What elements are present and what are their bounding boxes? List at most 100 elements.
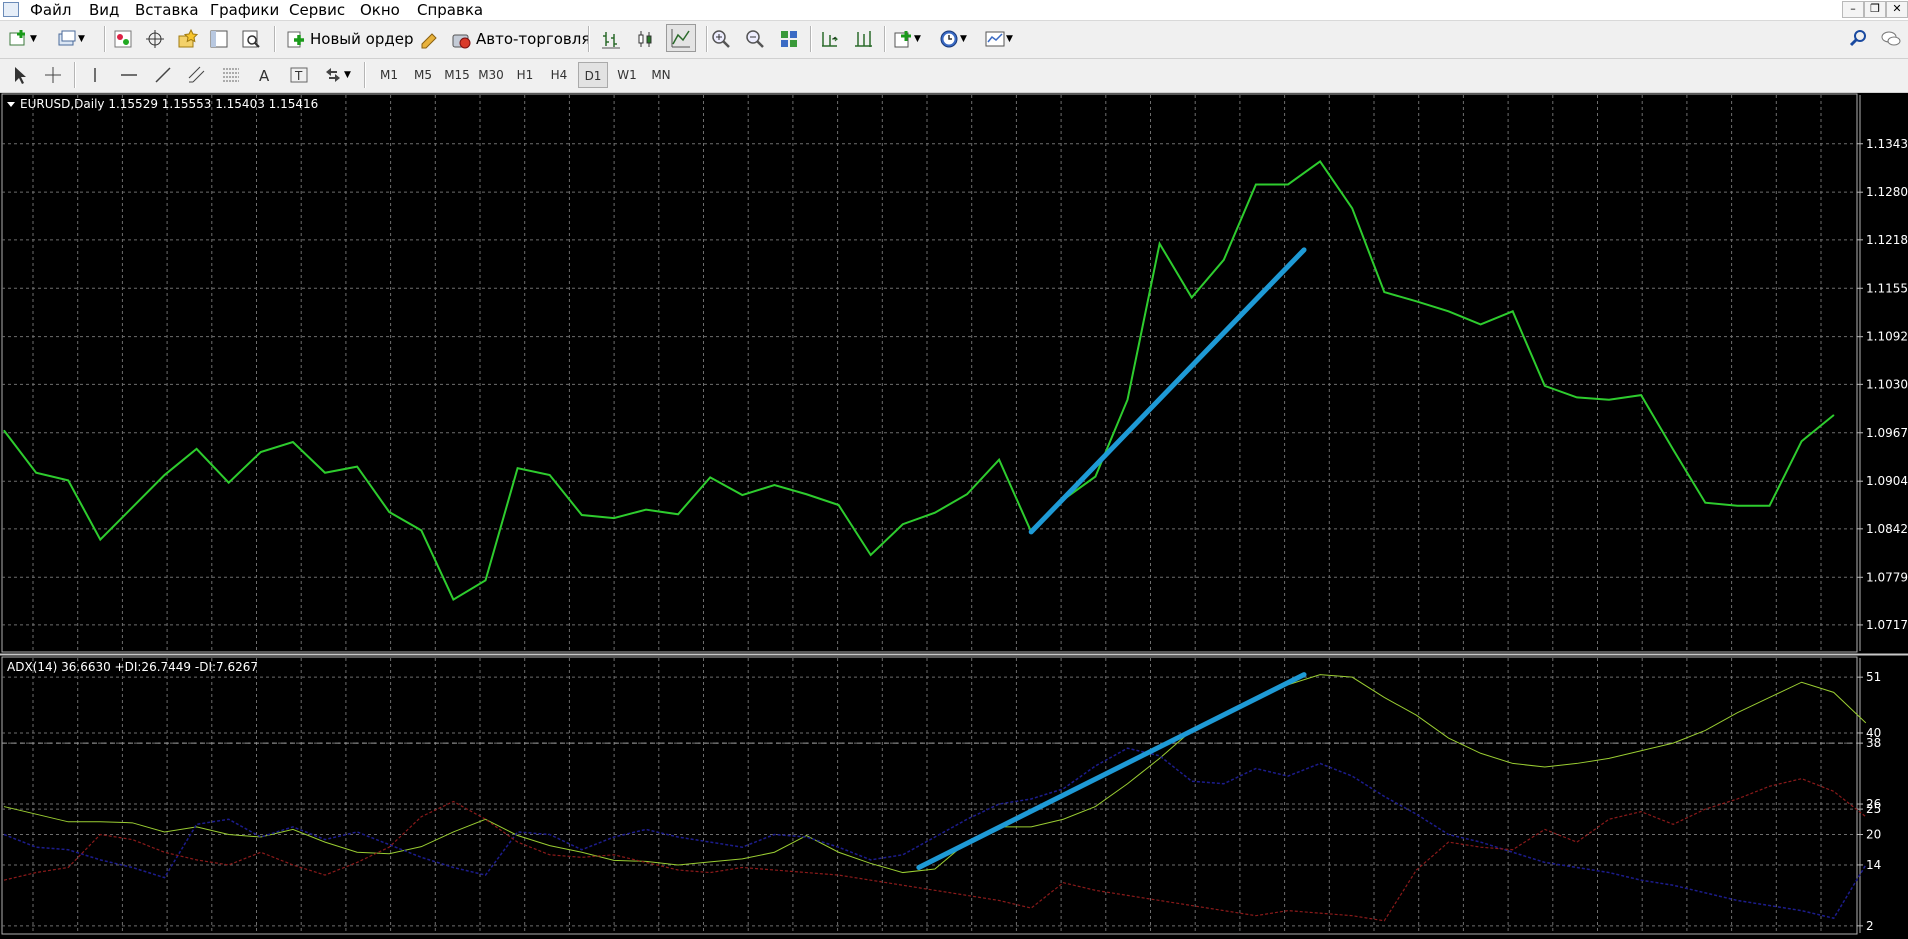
price-point (420, 529, 422, 531)
timeframe-mn[interactable]: MN (646, 62, 676, 88)
zoom-out-button[interactable] (744, 26, 766, 52)
zoom-in-button[interactable] (710, 26, 732, 52)
indicators-button[interactable]: ▼ (892, 26, 921, 52)
price-point (1223, 259, 1225, 261)
arrows-button[interactable]: ▼ (322, 62, 351, 88)
y-tick-label: 1.12800 (1866, 185, 1908, 199)
fibonacci-button[interactable] (220, 62, 242, 88)
price-point (645, 509, 647, 511)
price-point (1415, 300, 1417, 302)
navigator-star-icon (178, 28, 198, 48)
text-label-button[interactable]: T (288, 62, 310, 88)
menu-tools[interactable]: Сервис (289, 1, 345, 19)
price-trendline (1028, 247, 1307, 535)
price-line-series (3, 160, 1835, 601)
y-tick-label: 1.09670 (1866, 426, 1908, 440)
chart-window[interactable]: 1.13430 1.12800 1.12180 1.11550 1.10920 1.103… (0, 93, 1908, 939)
price-point (1480, 323, 1482, 325)
y-tick-label: 1.10920 (1866, 330, 1908, 344)
y-tick-label: 20 (1866, 827, 1881, 841)
chart-canvas[interactable]: 1.13430 1.12800 1.12180 1.11550 1.10920 1.103… (0, 93, 1908, 939)
y-tick-label: 38 (1866, 736, 1881, 750)
menu-window[interactable]: Окно (360, 1, 400, 19)
menu-bar: Файл Вид Вставка Графики Сервис Окно Спр… (0, 0, 1908, 21)
periods-button[interactable]: ▼ (938, 26, 967, 52)
navigator-button[interactable] (176, 26, 198, 52)
text-button[interactable]: A (254, 62, 276, 88)
new-order-button[interactable]: Новый ордер (284, 26, 413, 52)
tile-windows-button[interactable] (778, 26, 800, 52)
price-point (1801, 440, 1803, 442)
templates-button[interactable]: ▼ (984, 26, 1013, 52)
menu-view[interactable]: Вид (89, 1, 119, 19)
price-point (1672, 449, 1674, 451)
timeframe-m30[interactable]: M30 (476, 62, 506, 88)
bar-chart-button[interactable] (600, 26, 622, 52)
arrows-icon (326, 68, 340, 82)
timeframe-h1[interactable]: H1 (510, 62, 540, 88)
profiles-button[interactable]: ▼ (56, 26, 85, 52)
auto-trading-button[interactable]: Авто-торговля (450, 26, 590, 52)
bar-chart-icon (602, 32, 620, 49)
timeframe-h4[interactable]: H4 (544, 62, 574, 88)
zoom-out-icon (746, 30, 764, 48)
trendline-icon (155, 67, 171, 83)
y-tick-label: 1.07170 (1866, 618, 1908, 632)
menu-insert[interactable]: Вставка (135, 1, 199, 19)
minus-di-series (3, 778, 1867, 922)
new-chart-button[interactable]: ▼ (8, 26, 37, 52)
menu-help[interactable]: Справка (417, 1, 483, 19)
menu-file[interactable]: Файл (30, 1, 71, 19)
chart-shift-icon (855, 31, 872, 47)
y-tick-label: 1.13430 (1866, 137, 1908, 151)
timeframe-m1[interactable]: M1 (374, 62, 404, 88)
timeframe-m15[interactable]: M15 (442, 62, 472, 88)
price-point (260, 451, 262, 453)
magnifier-window-icon (242, 30, 260, 48)
chart-shift-button[interactable] (852, 26, 874, 52)
price-point (581, 514, 583, 516)
timeframe-m5[interactable]: M5 (408, 62, 438, 88)
template-icon (985, 31, 1005, 47)
auto-scroll-button[interactable] (818, 26, 840, 52)
meta-editor-button[interactable] (418, 26, 440, 52)
data-window-button[interactable] (144, 26, 166, 52)
clock-icon (940, 30, 958, 48)
market-watch-button[interactable] (112, 26, 134, 52)
price-point (1287, 183, 1289, 186)
minimize-button[interactable]: – (1842, 1, 1864, 18)
trendline-button[interactable] (152, 62, 174, 88)
app-icon[interactable] (3, 2, 19, 17)
cursor-button[interactable] (8, 62, 30, 88)
chat-button[interactable] (1880, 26, 1902, 52)
new-order-label: Новый ордер (310, 30, 414, 48)
candlestick-button[interactable] (634, 26, 656, 52)
price-point (1351, 207, 1353, 209)
restore-button[interactable]: ❐ (1864, 1, 1886, 18)
tile-windows-icon (781, 31, 797, 47)
line-chart-button[interactable] (666, 24, 696, 52)
y-tick-label: 51 (1866, 670, 1881, 684)
strategy-tester-button[interactable] (240, 26, 262, 52)
crosshair-tool-button[interactable] (42, 62, 64, 88)
price-point (1736, 505, 1738, 507)
timeframe-d1[interactable]: D1 (578, 62, 608, 88)
price-point (163, 474, 166, 476)
standard-toolbar: ▼ ▼ Новый ордер Авто-торговля ▼ ▼ ▼ (0, 21, 1908, 59)
menu-charts[interactable]: Графики (210, 1, 279, 19)
price-point (228, 482, 230, 484)
price-point (324, 472, 326, 474)
channel-button[interactable] (186, 62, 208, 88)
fibonacci-icon (223, 68, 239, 82)
timeframe-w1[interactable]: W1 (612, 62, 642, 88)
vertical-line-button[interactable] (84, 62, 106, 88)
close-button[interactable]: ✕ (1886, 1, 1908, 18)
auto-trading-label: Авто-торговля (476, 30, 591, 48)
price-point (1255, 183, 1257, 186)
price-point (870, 554, 872, 556)
horizontal-line-button[interactable] (118, 62, 140, 88)
price-point (805, 493, 808, 495)
crosshair-icon (146, 30, 164, 48)
search-button[interactable] (1848, 26, 1870, 52)
terminal-button[interactable] (208, 26, 230, 52)
